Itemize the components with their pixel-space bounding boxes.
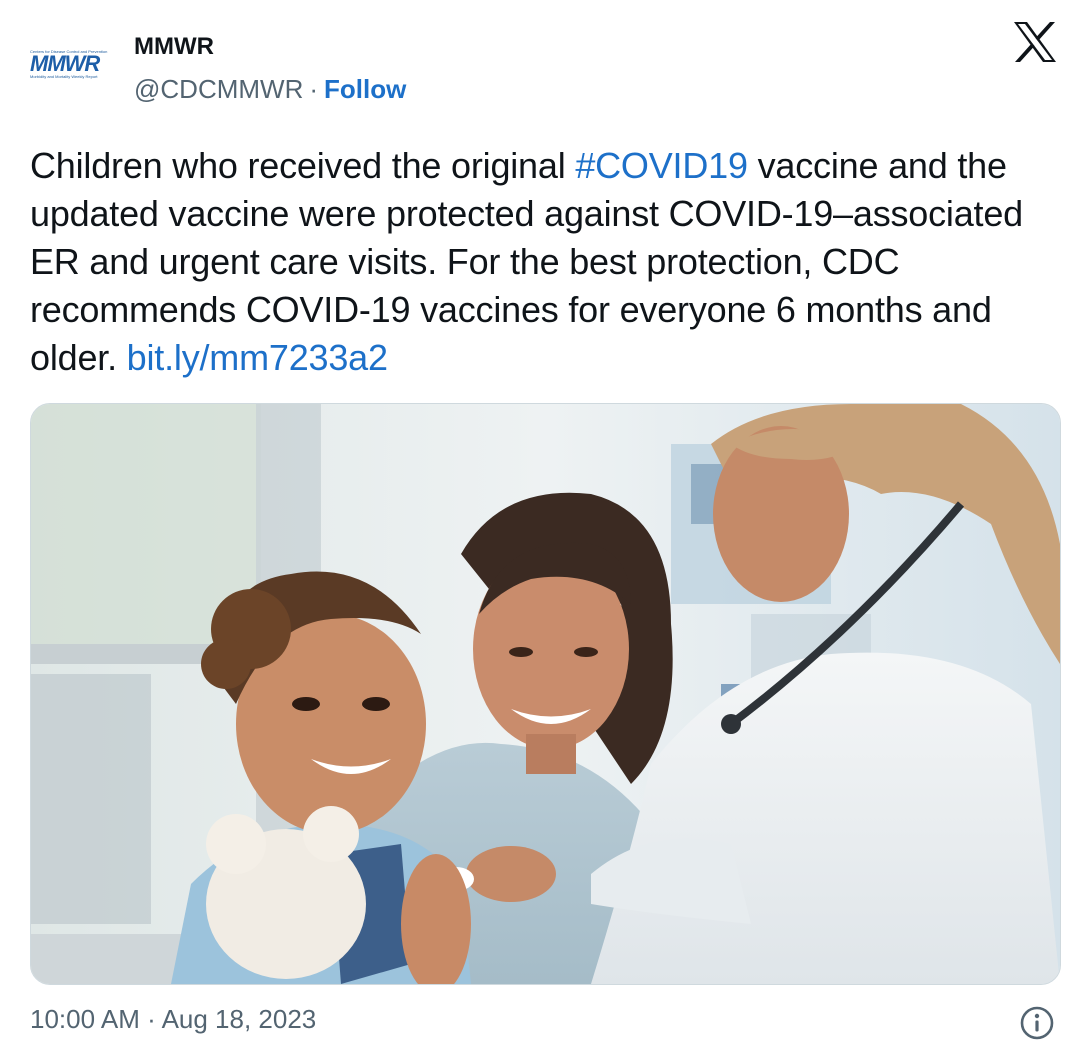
photo-illustration — [31, 404, 1060, 984]
account-handle[interactable]: @CDCMMWR — [134, 74, 303, 104]
tweet-timestamp[interactable]: 10:00 AM · Aug 18, 2023 — [30, 1004, 316, 1035]
avatar[interactable]: Centers for Disease Control and Preventi… — [30, 44, 126, 84]
separator-dot: · — [309, 74, 319, 104]
tweet-text-part-1: Children who received the original — [30, 145, 576, 186]
info-icon[interactable] — [1019, 1005, 1055, 1041]
tweet-date: Aug 18, 2023 — [161, 1004, 317, 1034]
footer-separator: · — [147, 1004, 156, 1034]
tweet-photo[interactable] — [30, 403, 1061, 985]
x-logo-icon[interactable] — [1012, 20, 1058, 64]
mmwr-logo: MMWR — [30, 51, 100, 76]
account-name[interactable]: MMWR — [134, 33, 214, 61]
tweet-text: Children who received the original #COVI… — [30, 142, 1060, 382]
handle-row: @CDCMMWR · Follow — [134, 74, 406, 105]
hashtag-link[interactable]: #COVID19 — [575, 145, 748, 186]
url-link[interactable]: bit.ly/mm7233a2 — [127, 337, 388, 378]
avatar-subtitle: Morbidity and Mortality Weekly Report — [30, 74, 98, 79]
tweet-time: 10:00 AM — [30, 1004, 140, 1034]
follow-button[interactable]: Follow — [324, 74, 406, 104]
